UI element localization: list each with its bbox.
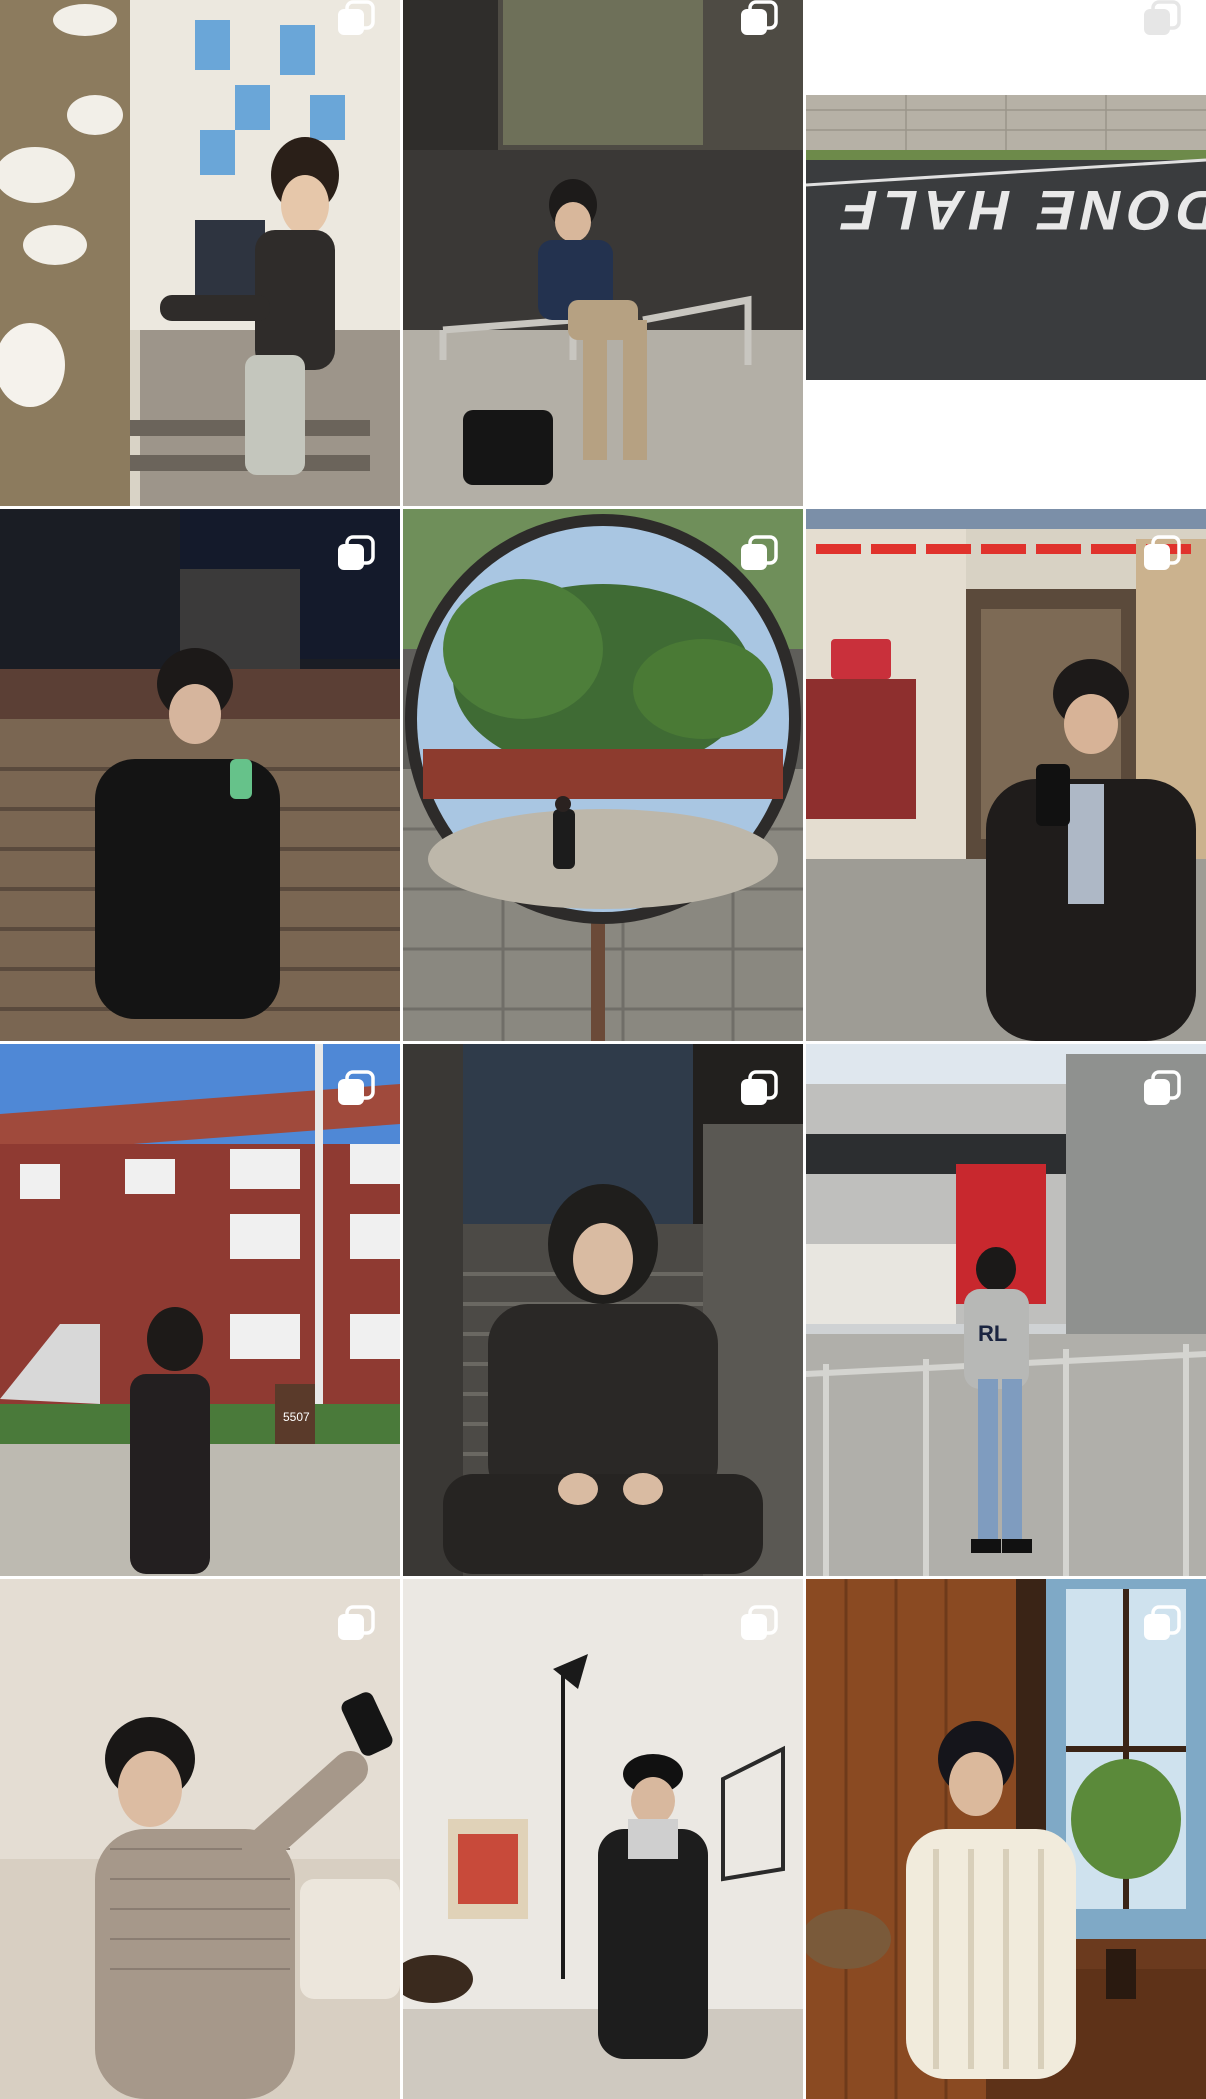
building-number-sign: 5507 [283,1410,310,1424]
carousel-icon [1144,1070,1181,1105]
grid-tile-11[interactable] [403,1579,803,2099]
grid-tile-3[interactable]: DONE HALF [806,0,1206,506]
grid-tile-9[interactable]: RL [806,1044,1206,1576]
photo-rl-sweater-street: RL [806,1044,1206,1576]
photo-cable-knit-cafe [806,1579,1206,2099]
grid-tile-12[interactable] [806,1579,1206,2099]
carousel-icon [338,535,375,570]
photo-stairs-sneakers [0,0,400,506]
grid-tile-1[interactable] [0,0,400,506]
carousel-icon [338,0,375,35]
photo-road-marking [806,0,1206,506]
grid-tile-7[interactable]: 5507 [0,1044,400,1576]
grid-tile-6[interactable] [806,509,1206,1041]
carousel-icon [1144,0,1181,35]
carousel-icon [741,1605,778,1640]
road-marking-text: DONE HALF [829,179,1206,242]
grid-tile-4[interactable] [0,509,400,1041]
carousel-icon [1144,1605,1181,1640]
photo-sitting-railing [403,0,803,506]
photo-ny-cap-cafe [403,1579,803,2099]
carousel-icon [1144,535,1181,570]
grid-tile-10[interactable] [0,1579,400,2099]
grid-tile-8[interactable] [403,1044,803,1576]
carousel-icon [741,1070,778,1105]
photo-mirror-selfie-leather [806,509,1206,1041]
grid-tile-5[interactable] [403,509,803,1041]
photo-brick-building: 5507 [0,1044,400,1576]
svg-text:RL: RL [978,1321,1007,1346]
photo-selfie-sofa [0,1579,400,2099]
grid-tile-2[interactable] [403,0,803,506]
photo-grid: DONE HALF 5507 RL [0,0,1206,2099]
carousel-icon [338,1070,375,1105]
photo-convex-mirror [403,509,803,1041]
photo-hoodie-stairs [403,1044,803,1576]
carousel-icon [338,1605,375,1640]
carousel-icon [741,535,778,570]
photo-night-street [0,509,400,1041]
carousel-icon [741,0,778,35]
